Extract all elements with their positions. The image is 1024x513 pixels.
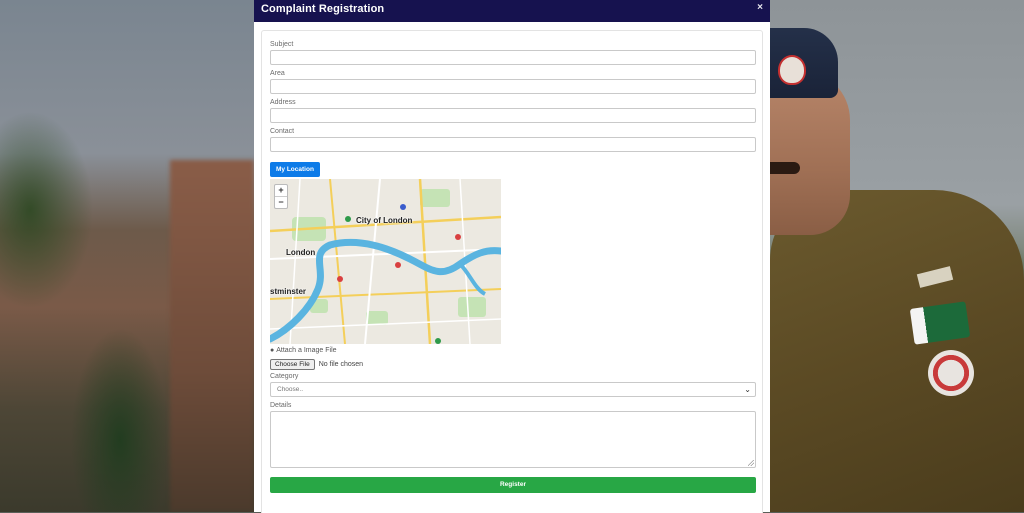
police-officer-photo [770,0,1024,512]
category-select[interactable]: Choose.. ⌄ [270,382,756,397]
zoom-in-button[interactable]: + [275,185,287,196]
police-emblem-patch [928,350,974,396]
category-label: Category [270,373,299,380]
modal-header: Complaint Registration × [254,0,770,22]
category-selected-value: Choose.. [277,386,304,393]
zoom-out-button[interactable]: − [275,196,287,208]
map-zoom-control: + − [274,184,288,209]
modal-title: Complaint Registration [261,3,385,15]
cap-badge [778,55,806,85]
address-input[interactable] [270,108,756,123]
chevron-down-icon: ⌄ [744,385,751,394]
camera-icon: ● [270,347,275,354]
background-tower [170,160,254,512]
details-label: Details [270,402,292,409]
contact-input[interactable] [270,137,756,152]
location-map[interactable]: + − City of London London stminster [270,179,501,344]
contact-label: Contact [270,128,295,135]
choose-file-button[interactable]: Choose File [270,358,315,370]
map-label-city: City of London [356,216,413,225]
map-tiles[interactable] [270,179,501,344]
subject-input[interactable] [270,50,756,65]
address-label: Address [270,99,296,106]
complaint-modal: Complaint Registration × Subject Area Ad… [254,0,770,513]
area-input[interactable] [270,79,756,94]
register-button[interactable]: Register [270,477,756,493]
background-building [0,0,254,512]
file-status: No file chosen [318,360,364,368]
attach-image-label: ● Attach a Image File [270,346,756,356]
officer-uniform [770,190,1024,512]
map-label-london: London [286,248,316,257]
complaint-form: Subject Area Address Contact My Location [270,40,756,493]
flag-patch [909,301,971,345]
attach-label-text: Attach a Image File [276,347,337,354]
my-location-button[interactable]: My Location [270,162,320,177]
subject-label: Subject [270,41,294,48]
area-label: Area [270,70,285,77]
officer-mustache [770,162,800,174]
form-card: Subject Area Address Contact My Location [261,30,763,513]
details-textarea[interactable] [270,411,756,468]
file-input-row: Choose File No file chosen [270,358,756,370]
map-label-westminster: stminster [270,287,307,296]
close-icon[interactable]: × [757,2,763,13]
resize-grip-icon[interactable] [748,460,754,466]
